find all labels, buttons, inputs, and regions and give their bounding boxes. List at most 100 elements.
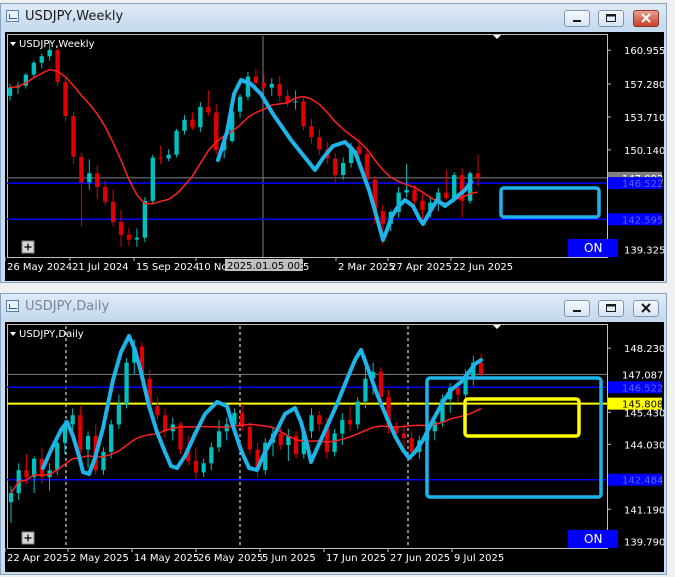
maximize-button[interactable] bbox=[598, 300, 624, 317]
chart-symbol-label: USDJPY,Weekly bbox=[19, 39, 95, 50]
price-label: 144.030 bbox=[624, 440, 664, 451]
candle-body bbox=[101, 451, 106, 471]
chart-area[interactable]: USDJPY,Weekly 160.955 157.280 153.710 150.14… bbox=[5, 32, 664, 281]
on-button-label: ON bbox=[584, 532, 602, 546]
date-label: 17 Jun 2025 bbox=[326, 553, 386, 564]
date-label: 22 Apr 2025 bbox=[7, 553, 69, 564]
candle-body bbox=[150, 157, 155, 201]
candle-body bbox=[478, 362, 484, 375]
candle-body bbox=[404, 189, 409, 193]
candle-body bbox=[355, 401, 360, 425]
candle-body bbox=[87, 173, 92, 183]
candle-body bbox=[293, 101, 298, 103]
price-label: 139.325 bbox=[624, 245, 664, 256]
candle-body bbox=[109, 424, 114, 452]
price-label: 146.522 bbox=[622, 179, 663, 190]
candle-body bbox=[356, 146, 362, 154]
candle-body bbox=[245, 76, 251, 97]
candle-body bbox=[7, 87, 13, 96]
price-label: 141.190 bbox=[624, 505, 664, 516]
minimize-button[interactable] bbox=[564, 10, 590, 27]
chart-symbol-label: USDJPY,Daily bbox=[19, 329, 84, 340]
minimize-icon bbox=[573, 20, 581, 22]
date-label: 21 Jul 2024 bbox=[72, 262, 129, 273]
candle-body bbox=[118, 222, 124, 235]
candle-body bbox=[134, 237, 140, 240]
daily-chart-canvas[interactable]: USDJPY,Daily148.230147.087146.522145.808… bbox=[5, 322, 664, 572]
candle-body bbox=[198, 106, 203, 128]
candle-body bbox=[247, 426, 252, 450]
date-label: 2 May 2025 bbox=[70, 553, 129, 564]
date-label: 5 Jun 2025 bbox=[262, 553, 316, 564]
symbol-menu-icon[interactable] bbox=[10, 332, 16, 336]
candle-body bbox=[340, 419, 345, 434]
candle-body bbox=[182, 119, 187, 131]
minimize-button[interactable] bbox=[564, 300, 590, 317]
candle-body bbox=[178, 424, 183, 450]
candle-body bbox=[31, 62, 36, 75]
candle-body bbox=[380, 210, 385, 224]
candle-body bbox=[55, 442, 60, 471]
candle-body bbox=[116, 403, 121, 425]
window-titlebar[interactable]: USDJPY,Daily bbox=[1, 294, 666, 320]
date-label: 26 May 2024 bbox=[7, 262, 72, 273]
candle-body bbox=[340, 163, 346, 176]
candle-body bbox=[309, 415, 314, 432]
date-label: 5 bbox=[303, 262, 309, 273]
drawn-rectangle bbox=[499, 186, 601, 219]
candle-body bbox=[142, 200, 148, 238]
price-label: 146.522 bbox=[622, 383, 663, 394]
candle-body bbox=[63, 82, 68, 117]
candle-body bbox=[193, 461, 199, 473]
chart-area[interactable]: USDJPY,Daily 148.230 147.087 146.522 145.808… bbox=[5, 322, 664, 572]
candle-body bbox=[206, 106, 211, 113]
candle-body bbox=[126, 234, 132, 240]
weekly-chart-canvas[interactable]: USDJPY,Weekly 160.955 157.280 153.710 150.14… bbox=[5, 32, 664, 281]
price-label: 147.087 bbox=[622, 370, 663, 381]
minimize-icon bbox=[573, 310, 581, 312]
maximize-button[interactable] bbox=[598, 10, 624, 27]
candle-body bbox=[174, 130, 179, 155]
candle-body bbox=[110, 201, 116, 223]
candle-body bbox=[333, 158, 338, 176]
symbol-menu-icon[interactable] bbox=[10, 42, 16, 46]
maximize-icon bbox=[606, 14, 616, 22]
candle-body bbox=[85, 435, 91, 450]
price-label: 139.790 bbox=[624, 537, 664, 548]
price-label: 153.710 bbox=[624, 113, 664, 124]
daily-chart-window[interactable]: USDJPY,Daily USDJPY,Daily 148.230 147.087 1… bbox=[0, 293, 667, 575]
date-label: 2 Mar 2025 bbox=[338, 262, 395, 273]
candle-body bbox=[201, 463, 206, 473]
candle-body bbox=[278, 433, 283, 446]
candle-body bbox=[332, 433, 337, 452]
candle-body bbox=[158, 157, 163, 159]
date-label: 10 No bbox=[198, 262, 228, 273]
close-button[interactable] bbox=[633, 10, 659, 27]
candle-body bbox=[347, 419, 353, 425]
candle-body bbox=[253, 76, 259, 83]
chart-window-icon bbox=[6, 300, 19, 312]
candle-body bbox=[190, 119, 195, 128]
weekly-chart-window[interactable]: USDJPY,Weekly USDJPY,Weekly 160.955 157.28… bbox=[0, 3, 667, 283]
candle-body bbox=[409, 438, 414, 452]
date-label: 22 Jun 2025 bbox=[453, 262, 513, 273]
candle-body bbox=[124, 362, 129, 404]
candle-body bbox=[216, 431, 222, 448]
candle-body bbox=[317, 415, 322, 425]
candle-body bbox=[420, 200, 425, 211]
close-button[interactable] bbox=[633, 300, 659, 317]
price-label: 148.230 bbox=[624, 344, 664, 355]
candle-body bbox=[452, 175, 457, 199]
candle-body bbox=[378, 371, 383, 397]
candle-body bbox=[70, 415, 75, 425]
price-label: 142.595 bbox=[622, 215, 663, 226]
price-label: 142.484 bbox=[622, 476, 663, 487]
candle-body bbox=[166, 154, 171, 159]
candle-body bbox=[71, 116, 76, 157]
candle-body bbox=[309, 126, 314, 138]
candle-body bbox=[55, 49, 60, 83]
candle-body bbox=[401, 433, 407, 439]
on-button-label: ON bbox=[584, 241, 602, 255]
close-icon bbox=[641, 303, 651, 313]
window-titlebar[interactable]: USDJPY,Weekly bbox=[1, 4, 666, 30]
